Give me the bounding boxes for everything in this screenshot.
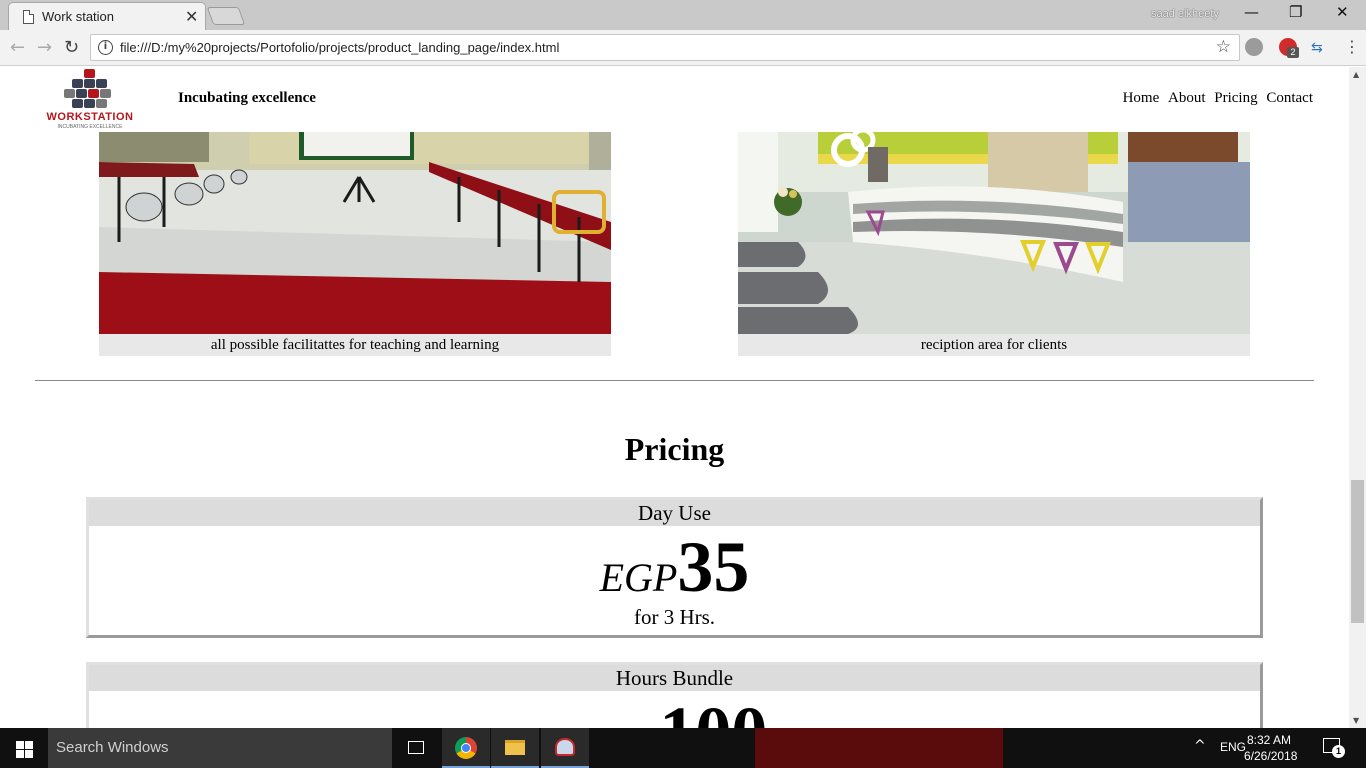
extension-sync-icon[interactable]: ⇆ — [1311, 40, 1323, 56]
plan-name: Day Use — [89, 500, 1260, 526]
site-tagline: Incubating excellence — [178, 90, 316, 106]
restore-button[interactable]: ❐ — [1289, 3, 1302, 21]
tab-close-icon[interactable]: ✕ — [185, 7, 198, 26]
plan-currency: EGP — [582, 720, 660, 728]
task-view-icon[interactable] — [392, 728, 440, 768]
profile-name[interactable]: saad elkheety — [1151, 8, 1219, 20]
windows-taskbar: Search Windows ^ ENG 8:32 AM 6/26/2018 1 — [0, 728, 1366, 768]
page-icon — [23, 10, 34, 24]
file-explorer-icon[interactable] — [491, 728, 539, 768]
minimize-button[interactable]: — — [1244, 3, 1259, 21]
notification-icon[interactable]: 1 — [1323, 738, 1345, 758]
nav-contact[interactable]: Contact — [1266, 90, 1313, 106]
nav-about[interactable]: About — [1168, 90, 1206, 106]
scroll-thumb[interactable] — [1351, 480, 1364, 623]
reload-icon[interactable]: ↻ — [64, 37, 79, 58]
scroll-down-icon[interactable]: ▼ — [1353, 716, 1359, 725]
extension-opera-icon[interactable]: 2 — [1279, 38, 1299, 58]
clock-time: 8:32 AM — [1246, 733, 1292, 747]
logo-subtitle: INCUBATING EXCELLENCE — [57, 124, 123, 130]
plan-name: Hours Bundle — [89, 665, 1260, 691]
logo-mark-icon — [64, 69, 112, 109]
page-viewport: WORKSTATION INCUBATING EXCELLENCE Incuba… — [0, 67, 1349, 728]
section-divider — [35, 380, 1314, 381]
site-nav: Home About Pricing Contact — [1118, 90, 1313, 107]
pricing-heading: Pricing — [624, 431, 725, 467]
forward-icon[interactable]: → — [37, 37, 52, 58]
start-button[interactable] — [0, 728, 48, 768]
site-header: WORKSTATION INCUBATING EXCELLENCE Incuba… — [0, 67, 1349, 132]
extension-badge: 2 — [1287, 47, 1299, 58]
scroll-up-icon[interactable]: ▲ — [1353, 70, 1359, 79]
notification-count: 1 — [1332, 745, 1345, 758]
page-scrollbar[interactable]: ▲ ▼ — [1349, 67, 1366, 728]
plan-price: EGP35 — [89, 526, 1260, 607]
url-text[interactable]: file:///D:/my%20projects/Portofolio/proj… — [120, 40, 559, 55]
pricing-card: Day Use EGP35 for 3 Hrs. — [86, 497, 1263, 638]
gallery-caption: all possible facilitattes for teaching a… — [99, 334, 611, 356]
plan-duration: for 3 Hrs. — [633, 605, 716, 629]
address-bar[interactable]: i file:///D:/my%20projects/Portofolio/pr… — [90, 34, 1240, 61]
browser-titlebar: Work station ✕ saad elkheety — ❐ ✕ — [0, 0, 1366, 30]
close-window-button[interactable]: ✕ — [1336, 3, 1349, 21]
gallery-caption: reciption area for clients — [738, 334, 1250, 356]
input-language[interactable]: ENG — [1220, 740, 1246, 754]
chrome-icon[interactable] — [442, 728, 490, 768]
nav-pricing[interactable]: Pricing — [1214, 90, 1257, 106]
workstation-logo[interactable]: WORKSTATION INCUBATING EXCELLENCE — [38, 69, 142, 130]
nav-home[interactable]: Home — [1123, 90, 1160, 106]
search-placeholder: Search Windows — [56, 739, 169, 756]
classroom-photo — [99, 132, 611, 334]
tab-title: Work station — [42, 9, 115, 24]
plan-price: EGP100 — [89, 691, 1260, 728]
bookmark-star-icon[interactable]: ☆ — [1216, 37, 1231, 57]
pricing-card: Hours Bundle EGP100 — [86, 662, 1263, 728]
reception-photo — [738, 132, 1250, 334]
clock-date: 6/26/2018 — [1244, 749, 1298, 763]
browser-tab[interactable]: Work station ✕ — [8, 2, 206, 30]
app-icon[interactable] — [541, 728, 589, 768]
browser-toolbar: ← → ↻ i file:///D:/my%20projects/Portofo… — [0, 30, 1366, 66]
extension-icon[interactable] — [1245, 38, 1263, 56]
plan-currency: EGP — [599, 555, 678, 600]
logo-wordmark: WORKSTATION — [46, 111, 134, 123]
back-icon[interactable]: ← — [10, 37, 25, 58]
info-icon[interactable]: i — [98, 40, 113, 55]
wallpaper-peek — [755, 728, 1003, 768]
tray-overflow-icon[interactable]: ^ — [1194, 738, 1206, 754]
new-tab-button[interactable] — [206, 7, 246, 25]
system-clock[interactable]: 8:32 AM 6/26/2018 — [1244, 732, 1298, 764]
plan-amount: 100 — [659, 692, 767, 728]
plan-amount: 35 — [677, 527, 750, 607]
taskbar-search[interactable]: Search Windows — [48, 728, 392, 768]
browser-menu-icon[interactable]: ⋮ — [1344, 37, 1360, 56]
